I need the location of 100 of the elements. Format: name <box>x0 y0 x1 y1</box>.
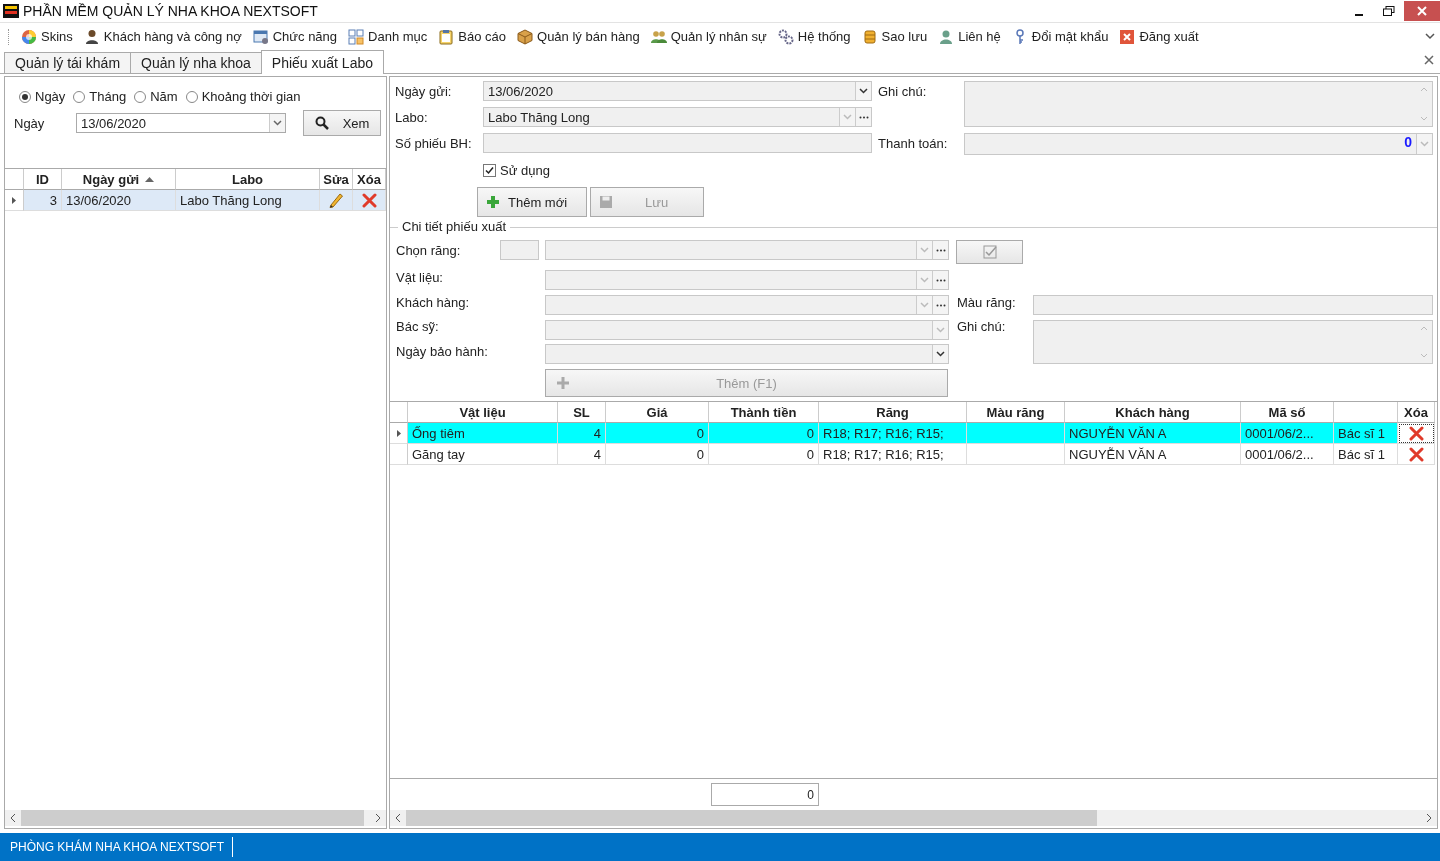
menu-item[interactable]: Hệ thống <box>774 24 859 49</box>
menu-item[interactable]: Đổi mật khẩu <box>1008 24 1117 49</box>
column-header[interactable]: Khách hàng <box>1065 402 1241 423</box>
menu-item[interactable]: Sao lưu <box>858 24 936 49</box>
restore-icon <box>1383 6 1395 16</box>
labo-dropdown[interactable]: Labo Thăng Long <box>483 107 872 127</box>
clipboard-icon <box>438 28 455 45</box>
warranty-date-field[interactable] <box>545 344 949 364</box>
column-header[interactable]: Giá <box>606 402 709 423</box>
table-cell: NGUYỄN VĂN A <box>1065 423 1241 444</box>
column-header[interactable]: Ngày gửi <box>62 169 176 190</box>
table-cell: 0 <box>709 423 819 444</box>
ellipsis-icon <box>935 303 946 307</box>
column-header[interactable]: Màu răng <box>967 402 1065 423</box>
gears-icon <box>777 28 794 45</box>
delete-icon[interactable] <box>1408 446 1424 462</box>
menu-item[interactable]: Danh mục <box>345 24 436 49</box>
menu-item[interactable]: Quản lý nhân sự <box>647 24 775 49</box>
column-header[interactable]: Răng <box>819 402 967 423</box>
note-field[interactable] <box>964 81 1433 127</box>
view-button[interactable]: Xem <box>303 110 381 136</box>
radio-button[interactable]: Năm <box>134 89 178 104</box>
chevron-down-icon[interactable] <box>1424 31 1436 42</box>
checkbox[interactable]: Sử dụng <box>483 163 550 178</box>
column-header[interactable]: Vật liệu <box>408 402 558 423</box>
checkmark-icon <box>485 166 494 175</box>
ellipsis-button[interactable] <box>932 271 948 289</box>
chevron-down-icon <box>843 114 852 120</box>
menu-item[interactable]: Khách hàng và công nợ <box>80 24 250 49</box>
row-pointer-icon <box>12 196 16 204</box>
field-label: Bác sỹ: <box>396 318 440 334</box>
tooth-number-field[interactable] <box>500 240 539 260</box>
ellipsis-button[interactable] <box>855 108 871 126</box>
menu-item[interactable]: Liên hệ <box>935 24 1009 49</box>
app-logo-icon <box>3 4 19 18</box>
color-wheel-icon <box>21 28 37 45</box>
table-cell: Ống tiêm <box>408 423 558 444</box>
close-icon[interactable] <box>1424 55 1434 65</box>
tooth-dropdown[interactable] <box>545 240 949 260</box>
delete-icon[interactable] <box>361 192 377 208</box>
column-header[interactable]: Xóa <box>353 169 386 190</box>
close-button[interactable] <box>1404 1 1440 21</box>
total-field: 0 <box>711 783 819 806</box>
menu-item[interactable]: Báo cáo <box>435 24 514 49</box>
ellipsis-icon <box>858 115 869 119</box>
table-cell: NGUYỄN VĂN A <box>1065 444 1241 465</box>
table-cell: Bác sĩ 1 <box>1334 444 1398 465</box>
column-header[interactable]: Labo <box>176 169 320 190</box>
chevron-down-icon <box>273 120 282 126</box>
chevron-down-icon <box>936 351 945 357</box>
menu-item[interactable]: Chức năng <box>249 24 346 49</box>
ellipsis-icon <box>935 278 946 282</box>
table-cell: 4 <box>558 423 606 444</box>
column-header[interactable]: Thành tiền <box>709 402 819 423</box>
column-header[interactable] <box>1334 402 1398 423</box>
table-cell: 4 <box>558 444 606 465</box>
note-field[interactable] <box>1033 320 1433 364</box>
field-label: Chọn răng: <box>396 242 461 258</box>
payment-field[interactable]: 0 <box>964 133 1433 155</box>
add-button[interactable]: Thêm mới <box>477 187 587 217</box>
tooth-color-field[interactable] <box>1033 295 1433 315</box>
ellipsis-button[interactable] <box>932 241 948 259</box>
field-label: Số phiếu BH: <box>395 135 473 151</box>
column-header[interactable]: Xóa <box>1398 402 1435 423</box>
column-header[interactable]: SL <box>558 402 606 423</box>
tab[interactable]: Phiếu xuất Labo <box>260 50 384 74</box>
table-cell: Găng tay <box>408 444 558 465</box>
radio-button[interactable]: Khoảng thời gian <box>185 89 301 104</box>
menu-item[interactable]: Đăng xuất <box>1116 24 1207 49</box>
radio-button[interactable]: Ngày <box>19 89 66 104</box>
horizontal-scrollbar[interactable] <box>390 810 1437 826</box>
close-icon <box>1417 6 1427 16</box>
scroll-arrows-icon[interactable] <box>1420 86 1428 122</box>
column-header[interactable]: Mã số <box>1241 402 1334 423</box>
pencil-icon[interactable] <box>328 192 344 208</box>
menu-item[interactable]: Skins <box>18 24 81 49</box>
ellipsis-button[interactable] <box>932 296 948 314</box>
delete-icon[interactable] <box>1408 425 1424 441</box>
table-cell: Labo Thăng Long <box>176 190 320 211</box>
box-icon <box>517 28 533 45</box>
tab[interactable]: Quản lý tái khám <box>4 52 132 73</box>
grid-icon <box>348 28 365 45</box>
customer-dropdown[interactable] <box>545 295 949 315</box>
date-field[interactable]: 13/06/2020 <box>76 113 286 133</box>
column-header[interactable]: ID <box>24 169 62 190</box>
insurance-number-field[interactable] <box>483 133 872 153</box>
doctor-dropdown[interactable] <box>545 320 949 340</box>
scroll-arrows-icon[interactable] <box>1420 325 1428 359</box>
menu-item[interactable]: Quản lý bán hàng <box>514 24 648 49</box>
date-field[interactable]: 13/06/2020 <box>483 81 872 101</box>
field-label: Ngày <box>14 115 46 131</box>
table-cell: R18; R17; R16; R15; <box>819 423 967 444</box>
checkbox-icon <box>982 245 997 259</box>
column-header[interactable]: Sửa <box>320 169 353 190</box>
tab[interactable]: Quản lý nha khoa <box>130 52 262 73</box>
radio-button[interactable]: Tháng <box>73 89 127 104</box>
person-icon <box>938 28 955 45</box>
row-pointer-icon <box>396 429 401 437</box>
horizontal-scrollbar[interactable] <box>5 810 386 826</box>
material-dropdown[interactable] <box>545 270 949 290</box>
